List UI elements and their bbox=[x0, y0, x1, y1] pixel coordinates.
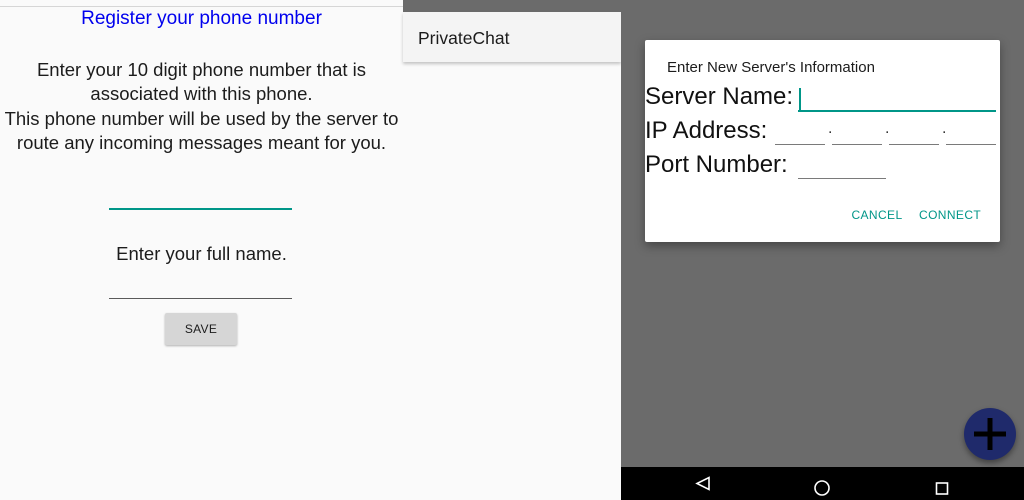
server-name-input[interactable] bbox=[798, 86, 996, 112]
status-bar bbox=[403, 0, 621, 12]
ip-octet-3-input[interactable] bbox=[889, 122, 939, 145]
ip-octet-1-input[interactable] bbox=[775, 122, 825, 145]
add-server-fab[interactable] bbox=[964, 408, 1016, 460]
server-name-label: Server Name: bbox=[645, 83, 794, 110]
register-screen: Register your phone number Enter your 10… bbox=[0, 0, 403, 500]
dialog-title: Enter New Server's Information bbox=[667, 59, 875, 76]
chat-screen: PrivateChat bbox=[403, 0, 621, 500]
register-instructions-line2: This phone number will be used by the se… bbox=[4, 108, 399, 153]
server-dialog-screen: Enter New Server's Information Server Na… bbox=[621, 0, 1024, 500]
full-name-label: Enter your full name. bbox=[116, 243, 287, 264]
phone-number-input[interactable] bbox=[109, 186, 292, 210]
back-triangle-icon bbox=[695, 476, 710, 491]
save-button[interactable]: SAVE bbox=[165, 313, 237, 345]
ip-octet-4-input[interactable] bbox=[946, 122, 996, 145]
app-bar: PrivateChat bbox=[403, 12, 621, 62]
app-bar-title: PrivateChat bbox=[418, 28, 510, 48]
ip-address-label: IP Address: bbox=[645, 117, 768, 144]
screenshot-root: Register your phone number Enter your 10… bbox=[0, 0, 1024, 500]
recents-square-icon bbox=[935, 482, 949, 495]
nav-home-button[interactable] bbox=[793, 467, 853, 500]
server-info-dialog: Enter New Server's Information Server Na… bbox=[645, 40, 1000, 242]
home-circle-icon bbox=[814, 480, 830, 496]
text-cursor bbox=[799, 88, 801, 110]
port-number-label: Port Number: bbox=[645, 151, 788, 178]
register-instructions: Enter your 10 digit phone number that is… bbox=[0, 58, 403, 154]
nav-recents-button[interactable] bbox=[912, 467, 972, 500]
port-number-input[interactable] bbox=[798, 156, 886, 179]
register-title: Register your phone number bbox=[81, 8, 322, 29]
cancel-button[interactable]: CANCEL bbox=[851, 205, 903, 225]
connect-button[interactable]: CONNECT bbox=[919, 205, 981, 225]
register-instructions-line1: Enter your 10 digit phone number that is… bbox=[36, 59, 367, 104]
nav-back-button[interactable] bbox=[673, 467, 733, 500]
register-top-divider bbox=[0, 0, 403, 7]
plus-icon bbox=[974, 418, 1006, 450]
system-navigation-bar bbox=[621, 467, 1024, 500]
full-name-input[interactable] bbox=[109, 276, 292, 299]
ip-octet-2-input[interactable] bbox=[832, 122, 882, 145]
